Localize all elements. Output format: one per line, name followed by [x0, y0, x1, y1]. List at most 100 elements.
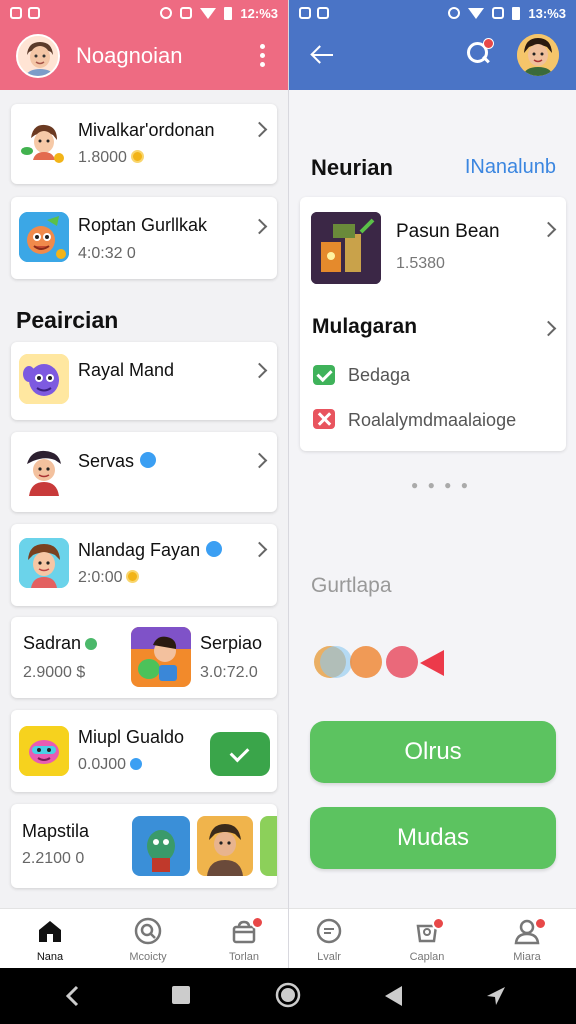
nav-home[interactable]: Nana — [2, 909, 98, 968]
section-heading: Neurian — [311, 155, 393, 180]
color-palette — [314, 640, 464, 690]
item-name: Servas — [78, 451, 135, 471]
game-thumbnail — [197, 816, 253, 876]
item-name: Miupl Gualdo — [78, 727, 185, 747]
item-value: 0.0J00 — [78, 756, 127, 773]
chevron-right-icon — [251, 452, 268, 469]
coin-icon — [126, 570, 140, 583]
bottom-nav-right: Lvalr Caplan Miara — [289, 908, 576, 968]
list-item[interactable]: Rayal Mand — [11, 342, 277, 420]
check-icon[interactable] — [313, 365, 335, 385]
chevron-right-icon — [251, 541, 268, 558]
section-title: Gurtlapa — [311, 574, 392, 597]
nav-search[interactable]: Mcoicty — [100, 909, 196, 968]
battery-icon — [224, 6, 233, 20]
item-name: Sadran — [23, 633, 82, 653]
list-item[interactable]: Roptan Gurllkak 4:0:32 0 — [11, 197, 277, 279]
options-title: Mulagaran — [312, 315, 418, 338]
notification-icon — [299, 7, 311, 19]
verified-icon — [206, 541, 223, 557]
character-icon — [19, 726, 69, 776]
confirm-check-button[interactable] — [210, 732, 270, 776]
recents-icon[interactable] — [172, 986, 190, 1004]
right-app-bar: 13:%3 — [289, 0, 576, 90]
primary-button[interactable]: Olrus — [310, 721, 556, 783]
status-time: 13:%3 — [528, 5, 566, 21]
battery-icon — [512, 6, 521, 20]
item-name: Mapstila — [22, 821, 90, 841]
item-value: 2.9000 $ — [23, 664, 86, 681]
signal-icon — [492, 7, 505, 19]
left-status-bar: 12:%3 — [0, 0, 288, 26]
list-item[interactable]: Servas — [11, 432, 277, 512]
nav-label: Miara — [513, 951, 541, 963]
notification-badge — [432, 917, 445, 930]
nav-label: Mcoicty — [129, 951, 167, 963]
color-swatch[interactable] — [350, 646, 382, 678]
list-item[interactable]: Sadran 2.9000 $ Serpiao 3.0:72.0 — [11, 617, 277, 698]
nav-store[interactable]: Torlan — [196, 909, 288, 968]
user-avatar[interactable] — [517, 34, 559, 76]
product-thumbnail[interactable] — [311, 212, 381, 284]
nav-label: Caplan — [409, 951, 445, 963]
character-icon — [19, 446, 69, 496]
app-title: Noagnoian — [76, 43, 183, 68]
alarm-icon — [448, 7, 461, 19]
list-item[interactable]: Mivalkar'ordonan 1.8000 — [11, 104, 277, 184]
media-icon — [180, 7, 193, 19]
nav-profile[interactable]: Miara — [479, 909, 575, 968]
notification-icon — [10, 7, 22, 19]
chevron-right-icon — [251, 362, 268, 379]
character-icon — [19, 538, 69, 588]
back-arrow-icon[interactable] — [311, 44, 335, 66]
triangle-left-icon[interactable] — [382, 984, 404, 1008]
verified-icon — [130, 758, 143, 770]
chevron-right-icon[interactable] — [540, 221, 557, 238]
more-options-icon[interactable] — [256, 44, 268, 70]
left-pane: 12:%3 Noagnoian Mivalkar'ordonan 1.8000 … — [0, 0, 288, 968]
color-swatch[interactable] — [386, 646, 418, 678]
item-value: 2.2100 0 — [22, 850, 85, 867]
chevron-right-icon[interactable] — [540, 320, 557, 337]
color-swatch[interactable] — [320, 646, 352, 678]
home-button-icon[interactable] — [275, 982, 301, 1008]
status-time: 12:%3 — [240, 5, 278, 21]
verified-icon — [140, 452, 157, 468]
wifi-icon — [468, 7, 485, 19]
nav-cart[interactable]: Caplan — [379, 909, 475, 968]
search-circle-icon — [134, 917, 162, 945]
play-left-icon[interactable] — [418, 648, 446, 678]
item-value-secondary: 3.0:72.0 — [200, 664, 258, 681]
see-all-link[interactable]: INanalunb — [465, 156, 556, 179]
option-label: Roalalymdmaalaioge — [348, 410, 517, 430]
item-value: 2:0:00 — [78, 569, 123, 586]
list-item[interactable]: Nlandag Fayan 2:0:00 — [11, 524, 277, 606]
chevron-right-icon — [251, 218, 268, 235]
game-thumbnail — [260, 816, 277, 876]
user-avatar[interactable] — [16, 34, 60, 78]
notification-badge — [483, 38, 494, 49]
message-icon — [28, 7, 40, 19]
pager-dots: ● ● ● ● — [411, 478, 471, 492]
back-icon[interactable] — [62, 984, 86, 1008]
secondary-button[interactable]: Mudas — [310, 807, 556, 869]
alarm-icon — [160, 7, 173, 19]
list-item[interactable]: Mapstila 2.2100 0 — [11, 804, 277, 888]
nav-chat[interactable]: Lvalr — [289, 909, 377, 968]
product-name[interactable]: Pasun Bean — [396, 221, 500, 243]
right-pane: 13:%3 Neurian INanalunb Pasun Bean 1.538… — [289, 0, 576, 968]
nav-label: Nana — [36, 951, 64, 963]
chat-icon — [316, 918, 342, 944]
game-thumbnail — [131, 627, 191, 687]
product-value: 1.5380 — [396, 255, 445, 272]
product-card: Pasun Bean 1.5380 Mulagaran Bedaga Roala… — [300, 197, 566, 451]
bottom-nav-left: Nana Mcoicty Torlan — [0, 908, 288, 968]
left-app-bar: 12:%3 Noagnoian — [0, 0, 288, 90]
navigation-arrow-icon[interactable] — [484, 984, 508, 1008]
item-value: 1.8000 — [78, 149, 127, 166]
game-thumbnail — [132, 816, 190, 876]
item-name: Nlandag Fayan — [78, 540, 201, 560]
item-name: Rayal Mand — [78, 360, 175, 380]
option-label: Bedaga — [348, 365, 411, 385]
close-icon[interactable] — [313, 409, 335, 429]
